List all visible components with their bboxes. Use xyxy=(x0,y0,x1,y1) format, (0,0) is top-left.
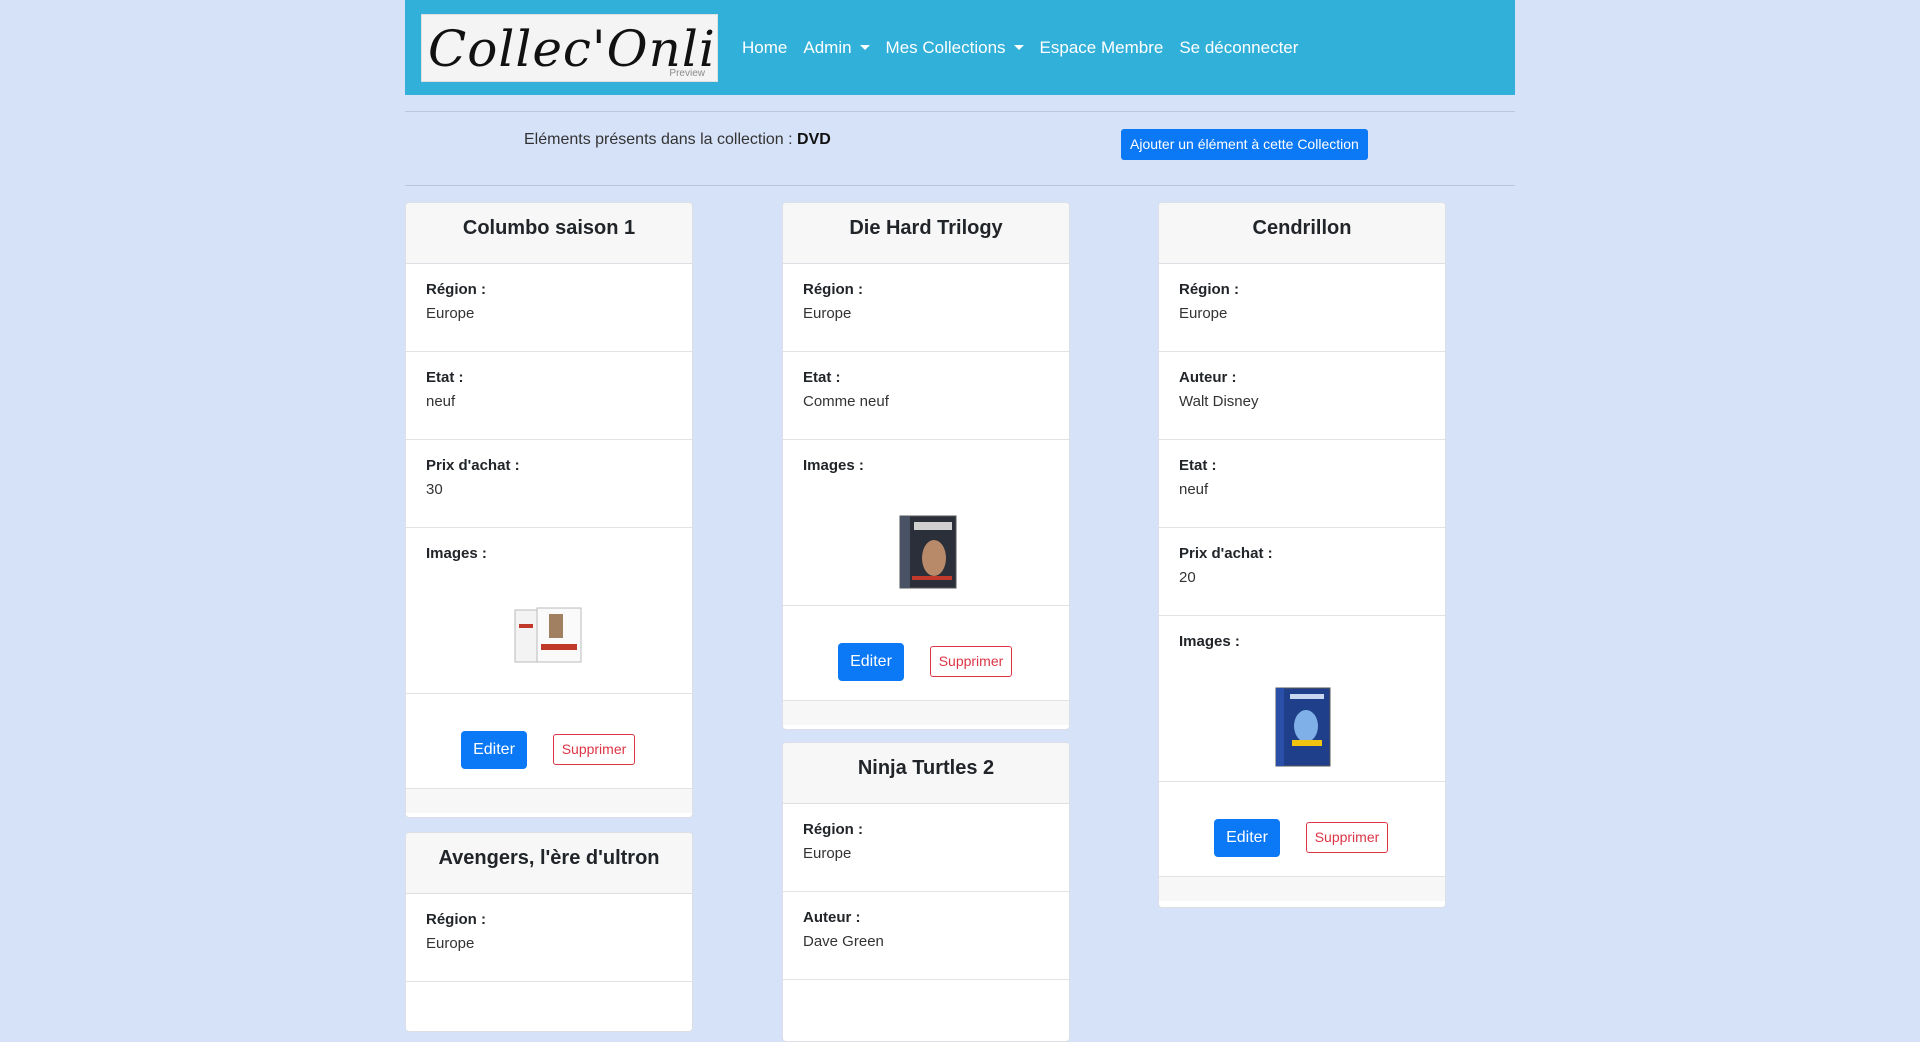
dvd-cover-image[interactable] xyxy=(898,514,958,590)
field-prix: Prix d'achat : 20 xyxy=(1159,528,1445,616)
dvd-cover-image[interactable] xyxy=(1274,686,1332,768)
main-nav: Home Admin Mes Collections Espace Membre… xyxy=(742,38,1314,58)
field-label: Etat : xyxy=(803,369,841,386)
field-value: Walt Disney xyxy=(1179,393,1259,410)
field-label: Région : xyxy=(426,911,486,928)
nav-collections-label: Mes Collections xyxy=(885,37,1006,57)
field-region: Région : Europe xyxy=(406,264,692,352)
field-etat: Etat : neuf xyxy=(406,352,692,440)
field-label: Etat : xyxy=(1179,457,1217,474)
nav-member-space[interactable]: Espace Membre xyxy=(1040,38,1164,58)
field-label: Prix d'achat : xyxy=(426,457,520,474)
item-card: Die Hard Trilogy Région : Europe Etat : … xyxy=(782,202,1070,730)
collection-name: DVD xyxy=(797,131,831,148)
field-label: Images : xyxy=(426,545,487,562)
field-label: Région : xyxy=(803,281,863,298)
field-label: Prix d'achat : xyxy=(1179,545,1273,562)
field-auteur: Auteur : Walt Disney xyxy=(1159,352,1445,440)
edit-button[interactable]: Editer xyxy=(1214,819,1280,857)
brand-logo[interactable]: Collec'Online Preview xyxy=(421,13,718,82)
nav-logout-label: Se déconnecter xyxy=(1179,37,1299,57)
card-title: Ninja Turtles 2 xyxy=(783,743,1069,804)
card-footer xyxy=(1159,877,1445,901)
caret-down-icon xyxy=(859,45,870,50)
dvd-cover-image[interactable] xyxy=(513,604,585,666)
edit-button[interactable]: Editer xyxy=(461,731,527,769)
field-region: Région : Europe xyxy=(783,264,1069,352)
field-label: Auteur : xyxy=(803,909,861,926)
card-actions: Editer Supprimer xyxy=(406,694,692,789)
card-title: Avengers, l'ère d'ultron xyxy=(406,833,692,894)
delete-button[interactable]: Supprimer xyxy=(1306,822,1388,853)
collection-heading: Eléments présents dans la collection : D… xyxy=(524,131,831,149)
field-prix: Prix d'achat : 30 xyxy=(406,440,692,528)
item-card: Ninja Turtles 2 Région : Europe Auteur :… xyxy=(782,742,1070,1042)
field-value: Europe xyxy=(426,305,475,322)
field-value: 20 xyxy=(1179,569,1196,586)
field-value: Europe xyxy=(426,935,475,952)
nav-admin-label: Admin xyxy=(803,37,852,57)
field-label: Images : xyxy=(1179,633,1240,650)
field-value: Comme neuf xyxy=(803,393,889,410)
brand-tag: Preview xyxy=(669,67,705,79)
field-label: Etat : xyxy=(426,369,464,386)
card-title: Columbo saison 1 xyxy=(406,203,692,264)
field-label: Région : xyxy=(803,821,863,838)
field-value: 30 xyxy=(426,481,443,498)
field-value: Dave Green xyxy=(803,933,884,950)
nav-home-label: Home xyxy=(742,37,788,57)
item-card: Cendrillon Région : Europe Auteur : Walt… xyxy=(1158,202,1446,908)
nav-logout[interactable]: Se déconnecter xyxy=(1179,38,1298,58)
field-etat: Etat : neuf xyxy=(1159,440,1445,528)
field-etat: Etat : Comme neuf xyxy=(783,352,1069,440)
divider xyxy=(405,185,1515,186)
nav-home[interactable]: Home xyxy=(742,38,787,58)
card-title: Cendrillon xyxy=(1159,203,1445,264)
card-title: Die Hard Trilogy xyxy=(783,203,1069,264)
delete-button[interactable]: Supprimer xyxy=(553,734,635,765)
field-images: Images : xyxy=(1159,616,1445,782)
nav-member-label: Espace Membre xyxy=(1039,37,1164,57)
delete-button[interactable]: Supprimer xyxy=(930,646,1012,677)
item-card: Avengers, l'ère d'ultron Région : Europe xyxy=(405,832,693,1032)
card-footer xyxy=(406,789,692,813)
field-region: Région : Europe xyxy=(1159,264,1445,352)
item-card: Columbo saison 1 Région : Europe Etat : … xyxy=(405,202,693,818)
edit-button[interactable]: Editer xyxy=(838,643,904,681)
page-container: Collec'Online Preview Home Admin Mes Col… xyxy=(405,0,1515,1042)
field-value: Europe xyxy=(803,305,852,322)
field-region: Région : Europe xyxy=(783,804,1069,892)
card-actions: Editer Supprimer xyxy=(783,606,1069,701)
divider xyxy=(405,111,1515,112)
field-value: Europe xyxy=(1179,305,1228,322)
field-label: Auteur : xyxy=(1179,369,1237,386)
field-auteur: Auteur : Dave Green xyxy=(783,892,1069,980)
field-images: Images : xyxy=(406,528,692,694)
field-value: neuf xyxy=(426,393,456,410)
collection-heading-text: Eléments présents dans la collection : xyxy=(524,131,798,148)
add-element-button[interactable]: Ajouter un élément à cette Collection xyxy=(1121,129,1368,160)
nav-collections-dropdown[interactable]: Mes Collections xyxy=(886,38,1024,58)
field-region: Région : Europe xyxy=(406,894,692,982)
navbar: Collec'Online Preview Home Admin Mes Col… xyxy=(405,0,1515,95)
field-images: Images : xyxy=(783,440,1069,606)
card-actions: Editer Supprimer xyxy=(1159,782,1445,877)
caret-down-icon xyxy=(1013,45,1024,50)
field-label: Région : xyxy=(426,281,486,298)
field-value: neuf xyxy=(1179,481,1209,498)
card-footer xyxy=(783,701,1069,725)
field-value: Europe xyxy=(803,845,852,862)
field-label: Images : xyxy=(803,457,864,474)
nav-admin-dropdown[interactable]: Admin xyxy=(803,37,870,58)
field-label: Région : xyxy=(1179,281,1239,298)
